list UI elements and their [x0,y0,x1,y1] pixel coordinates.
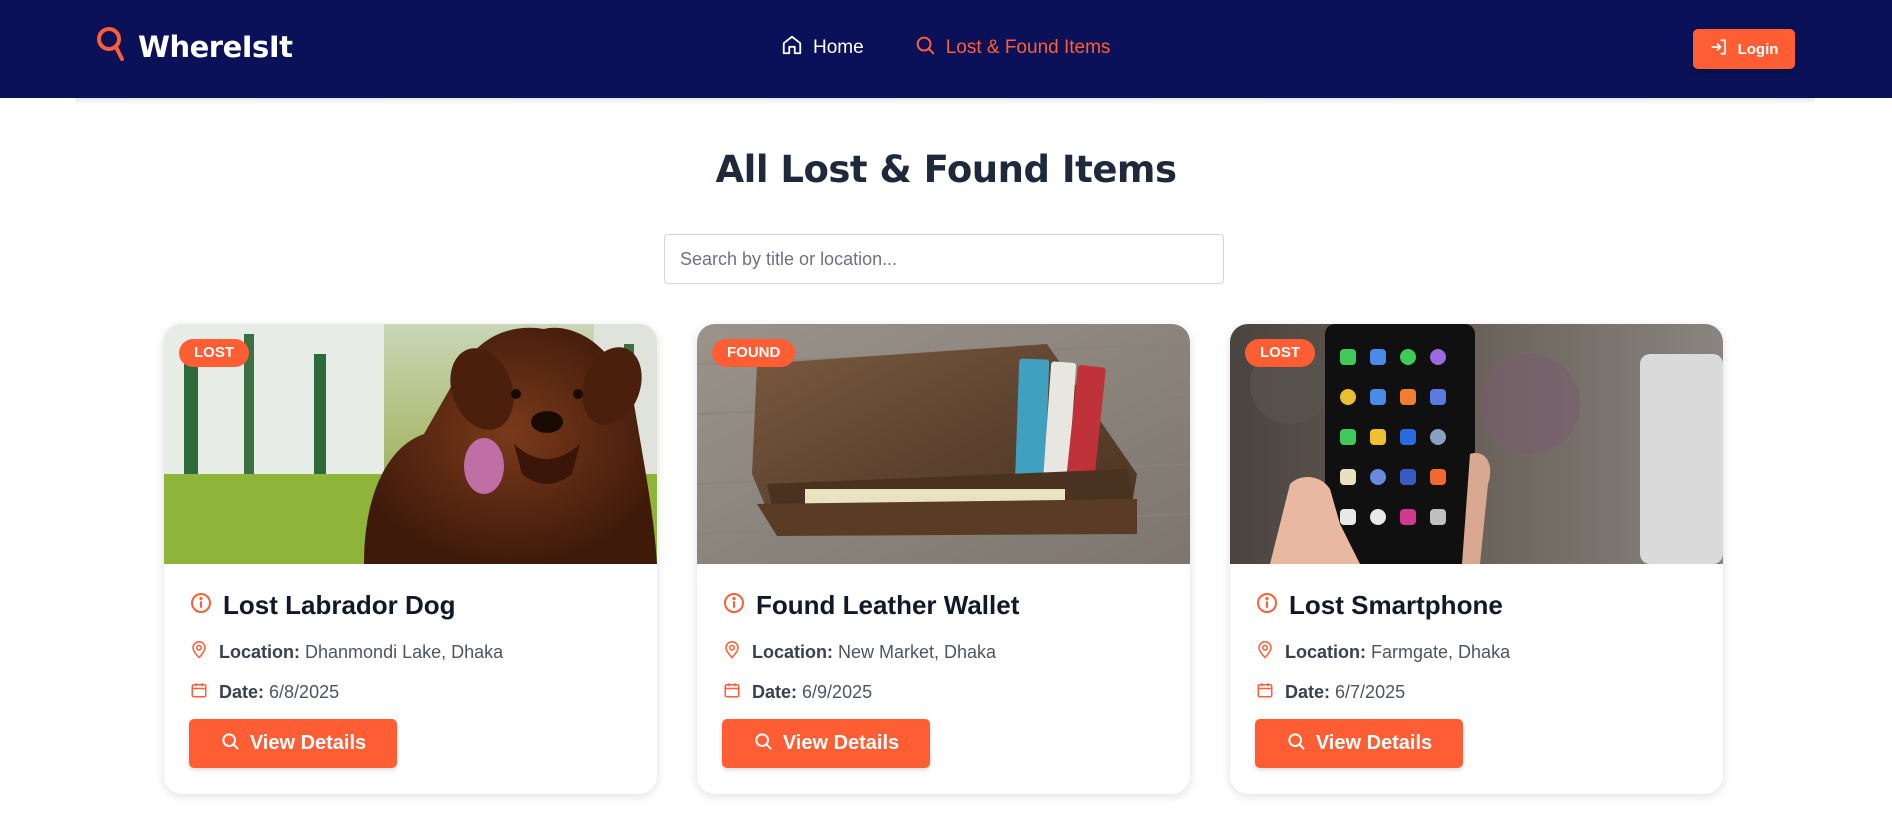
location-value: Dhanmondi Lake, Dhaka [305,642,504,662]
nav-lost-found[interactable]: Lost & Found Items [914,34,1111,62]
search-icon [96,26,126,67]
calendar-icon [723,680,741,705]
date-value: 6/9/2025 [802,682,873,702]
location-label: Location: [1285,642,1366,662]
item-card: FOUND Found Leather Wallet Location: New… [697,324,1190,794]
nav-lost-found-label: Lost & Found Items [945,37,1111,58]
view-details-button[interactable]: View Details [722,719,930,768]
item-title: Found Leather Wallet [756,590,1020,620]
view-details-label: View Details [1315,732,1433,754]
info-icon [189,591,213,620]
login-label: Login [1737,40,1779,58]
map-pin-icon [190,640,208,665]
status-badge: LOST [179,339,249,367]
status-badge: FOUND [712,339,796,367]
login-button[interactable]: Login [1693,29,1795,69]
main-nav: Home Lost & Found Items [781,34,1110,62]
map-pin-icon [723,640,741,665]
item-title: Lost Labrador Dog [223,590,456,620]
navbar: WhereIsIt Home Lost & Found Items Login [0,0,1892,98]
date-label: Date: [752,682,798,702]
date-value: 6/8/2025 [269,682,340,702]
view-details-label: View Details [249,732,367,754]
date-value: 6/7/2025 [1335,682,1406,702]
calendar-icon [1256,680,1274,705]
search-icon [914,34,936,62]
brand-logo[interactable]: WhereIsIt [96,26,293,67]
search-input[interactable] [664,234,1224,284]
home-icon [781,34,803,62]
info-icon [722,591,746,620]
search-icon [1286,731,1306,757]
location-label: Location: [752,642,833,662]
view-details-button[interactable]: View Details [189,719,397,768]
search-icon [753,731,773,757]
nav-home[interactable]: Home [781,34,864,62]
view-details-label: View Details [782,732,900,754]
date-label: Date: [1285,682,1331,702]
brand-name: WhereIsIt [138,29,293,64]
item-title: Lost Smartphone [1289,590,1503,620]
location-value: New Market, Dhaka [838,642,997,662]
search-icon [220,731,240,757]
calendar-icon [190,680,208,705]
item-card: LOST Lost Labrador Dog Location: Dhanmon… [164,324,657,794]
status-badge: LOST [1245,339,1315,367]
map-pin-icon [1256,640,1274,665]
page-title: All Lost & Found Items [715,148,1178,191]
date-label: Date: [219,682,265,702]
location-value: Farmgate, Dhaka [1371,642,1511,662]
navbar-shadow [75,98,1815,104]
location-label: Location: [219,642,300,662]
login-icon [1710,38,1728,60]
nav-home-label: Home [813,37,864,58]
info-icon [1255,591,1279,620]
item-card: LOST Lost Smartphone Location: Farmgate,… [1230,324,1723,794]
view-details-button[interactable]: View Details [1255,719,1463,768]
